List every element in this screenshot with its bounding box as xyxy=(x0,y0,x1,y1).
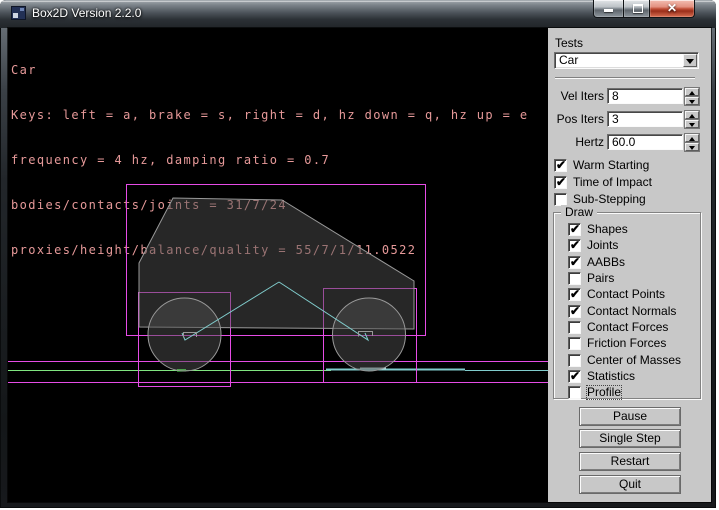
arrow-up-icon xyxy=(689,137,695,141)
checkbox-label: Profile xyxy=(587,386,621,399)
spinner-up-button[interactable] xyxy=(685,111,699,119)
checkbox-label: Contact Forces xyxy=(587,321,668,334)
checkbox-box: ✔ xyxy=(568,386,581,399)
checkbox-box: ✔ xyxy=(568,288,581,301)
arrow-up-icon xyxy=(689,91,695,95)
spinner-down-button[interactable] xyxy=(685,97,699,105)
arrow-down-icon xyxy=(689,146,695,150)
physics-scene xyxy=(8,28,548,502)
left-wheel xyxy=(148,298,221,371)
checkbox-label: Contact Points xyxy=(587,288,665,301)
window-title: Box2D Version 2.2.0 xyxy=(32,0,141,26)
separator xyxy=(555,77,695,79)
hertz-label: Hertz xyxy=(548,134,604,150)
minimize-icon xyxy=(604,9,613,12)
checkbox-box: ✔ xyxy=(568,337,581,350)
simulation-canvas[interactable]: Car Keys: left = a, brake = s, right = d… xyxy=(8,28,548,502)
tests-label: Tests xyxy=(555,36,583,50)
check-icon: ✔ xyxy=(570,222,580,236)
vel-iters-spinner xyxy=(685,88,699,105)
arrow-down-icon xyxy=(689,100,695,104)
checkbox-box: ✔ xyxy=(554,159,567,172)
checkbox-box: ✔ xyxy=(568,272,581,285)
checkbox-box: ✔ xyxy=(568,370,581,383)
checkbox-box: ✔ xyxy=(554,176,567,189)
dropdown-button[interactable] xyxy=(683,54,697,67)
vel-iters-input[interactable]: 8 xyxy=(607,88,683,104)
check-icon: ✔ xyxy=(556,175,566,189)
checkbox-label: Shapes xyxy=(587,223,628,236)
quit-button[interactable]: Quit xyxy=(579,475,681,494)
title-bar[interactable]: Box2D Version 2.2.0 ✕ xyxy=(0,0,716,28)
close-icon: ✕ xyxy=(650,1,694,15)
checkbox-label: Warm Starting xyxy=(573,159,649,172)
single-step-button[interactable]: Single Step xyxy=(579,429,681,448)
maximize-button[interactable] xyxy=(624,0,650,18)
arrow-up-icon xyxy=(689,114,695,118)
spinner-down-button[interactable] xyxy=(685,120,699,128)
caption-buttons: ✕ xyxy=(593,0,695,19)
restart-button[interactable]: Restart xyxy=(579,452,681,471)
spinner-up-button[interactable] xyxy=(685,88,699,96)
checkbox-label: AABBs xyxy=(587,256,625,269)
checkbox-box: ✔ xyxy=(568,305,581,318)
window-content: Car Keys: left = a, brake = s, right = d… xyxy=(8,28,711,502)
check-icon: ✔ xyxy=(570,369,580,383)
hertz-input[interactable]: 60.0 xyxy=(607,134,683,150)
hertz-spinner xyxy=(685,134,699,151)
checkbox-label: Statistics xyxy=(587,370,635,383)
pos-iters-input[interactable]: 3 xyxy=(607,111,683,127)
checkbox-label: Center of Masses xyxy=(587,354,681,367)
checkbox-label: Pairs xyxy=(587,272,614,285)
restore-icon xyxy=(633,4,643,13)
arrow-down-icon xyxy=(689,123,695,127)
minimize-button[interactable] xyxy=(593,0,624,18)
pause-button[interactable]: Pause xyxy=(579,407,681,426)
chevron-down-icon xyxy=(686,59,694,64)
check-icon: ✔ xyxy=(570,287,580,301)
checkbox-label: Contact Normals xyxy=(587,305,676,318)
tests-dropdown[interactable]: Car xyxy=(554,52,699,69)
checkbox-box: ✔ xyxy=(568,239,581,252)
spinner-down-button[interactable] xyxy=(685,143,699,151)
control-panel: Tests Car Vel Iters 8 Pos Iters 3 He xyxy=(548,28,711,502)
tests-dropdown-value: Car xyxy=(559,54,578,67)
app-icon xyxy=(11,6,26,20)
draw-group-label: Draw xyxy=(561,205,597,219)
checkbox-box: ✔ xyxy=(568,354,581,367)
close-button[interactable]: ✕ xyxy=(650,0,695,18)
checkbox-label: Joints xyxy=(587,239,618,252)
checkbox-box: ✔ xyxy=(568,321,581,334)
spinner-up-button[interactable] xyxy=(685,134,699,142)
check-icon: ✔ xyxy=(570,304,580,318)
checkbox-label: Time of Impact xyxy=(573,176,652,189)
checkbox-box: ✔ xyxy=(568,223,581,236)
check-icon: ✔ xyxy=(570,238,580,252)
check-icon: ✔ xyxy=(556,158,566,172)
right-wheel xyxy=(333,298,406,371)
check-icon: ✔ xyxy=(570,255,580,269)
checkbox-label: Friction Forces xyxy=(587,337,666,350)
app-window: Box2D Version 2.2.0 ✕ Car Keys: left = a… xyxy=(0,0,716,508)
checkbox-box: ✔ xyxy=(568,256,581,269)
vel-iters-label: Vel Iters xyxy=(548,88,604,104)
pos-iters-spinner xyxy=(685,111,699,128)
pos-iters-label: Pos Iters xyxy=(548,111,604,127)
